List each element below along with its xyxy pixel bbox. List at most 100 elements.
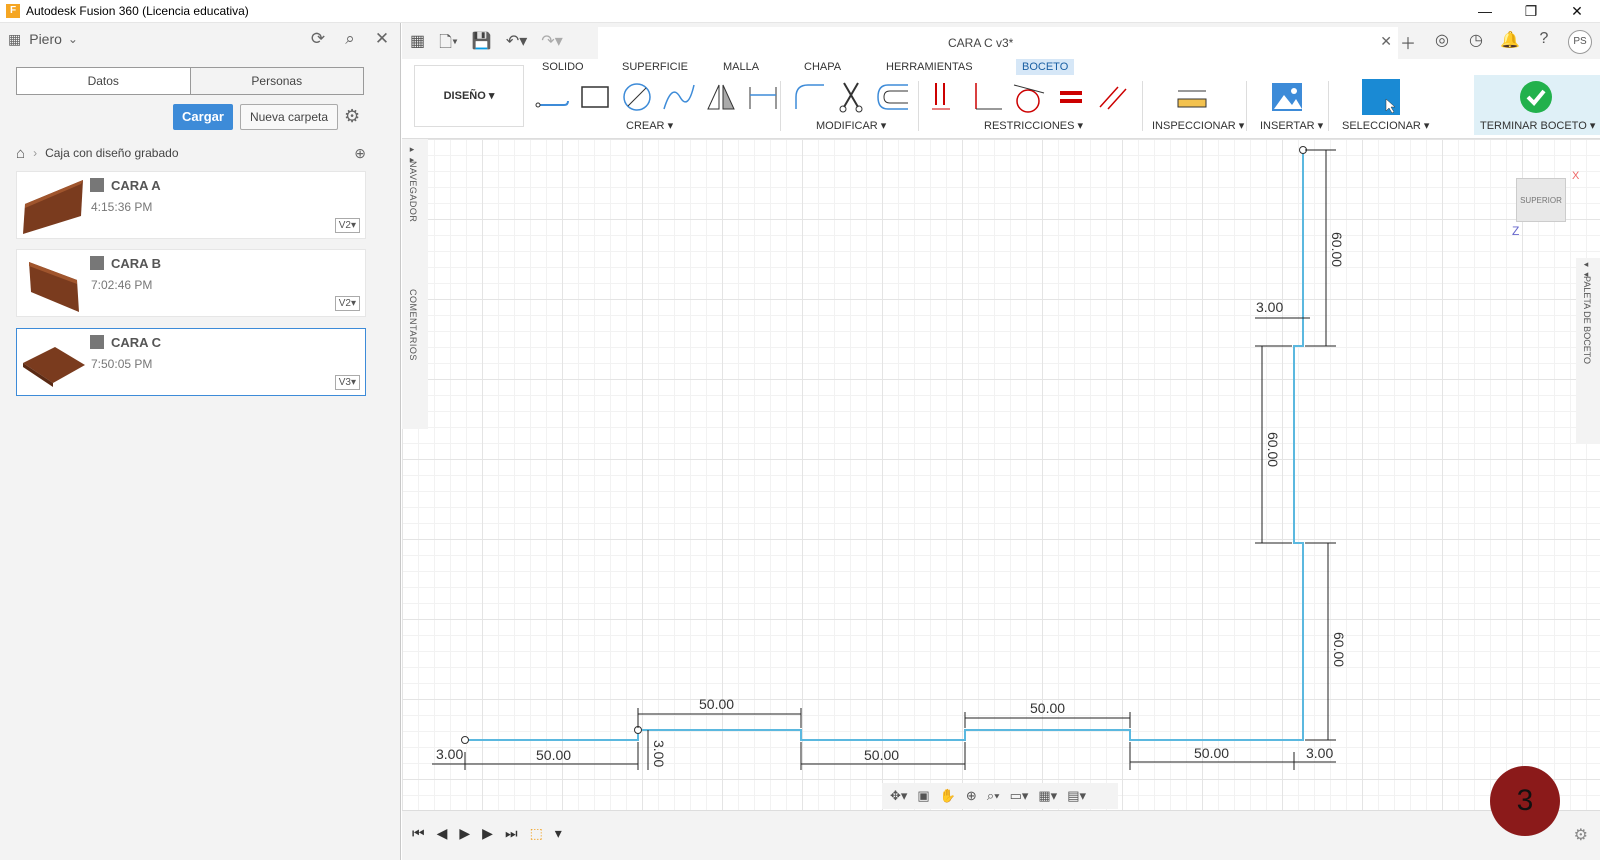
file-menu-icon[interactable]: 🗋▾ bbox=[439, 31, 458, 58]
select-tool-icon[interactable] bbox=[1362, 79, 1400, 115]
job-status-icon[interactable]: ◷ bbox=[1466, 30, 1486, 54]
restore-button[interactable]: ❐ bbox=[1508, 0, 1554, 23]
tab-personas[interactable]: Personas bbox=[190, 68, 363, 94]
play-icon[interactable]: ▶ bbox=[459, 825, 470, 842]
pan-hand-icon[interactable]: ✋ bbox=[940, 788, 956, 804]
refresh-icon[interactable]: ⟳ bbox=[308, 29, 328, 49]
sketch-canvas[interactable] bbox=[402, 139, 1600, 810]
zoom-icon[interactable]: ⊕ bbox=[966, 788, 977, 804]
timeline-marker-icon[interactable]: ▾ bbox=[555, 825, 562, 842]
modificar-menu[interactable]: MODIFICAR ▾ bbox=[816, 119, 886, 132]
display-settings-icon[interactable]: ▭▾ bbox=[1010, 788, 1029, 804]
file-card-selected[interactable]: CARA C 7:50:05 PM V3▾ bbox=[16, 328, 366, 396]
perpendicular-constraint-icon[interactable] bbox=[968, 79, 1006, 115]
version-selector[interactable]: V2▾ bbox=[334, 218, 360, 233]
step-badge: 3 bbox=[1490, 766, 1560, 836]
data-panel-grid-icon[interactable]: ▦ bbox=[410, 31, 425, 58]
measure-tool-icon[interactable] bbox=[1172, 79, 1210, 115]
new-folder-button[interactable]: Nueva carpeta bbox=[240, 104, 338, 130]
workspace-switcher[interactable]: DISEÑO ▾ bbox=[414, 65, 524, 127]
checkmark-icon bbox=[1520, 81, 1552, 113]
grid-settings-icon[interactable]: ▦▾ bbox=[1038, 788, 1057, 804]
toolbar-ribbon: DISEÑO ▾ SOLIDO SUPERFICIE MALLA CHAPA H… bbox=[402, 59, 1600, 139]
go-to-end-icon[interactable]: ⏭ bbox=[505, 825, 518, 842]
insert-image-icon[interactable] bbox=[1268, 79, 1306, 115]
upload-button[interactable]: Cargar bbox=[173, 104, 233, 130]
spline-tool-icon[interactable] bbox=[660, 79, 698, 115]
tab-chapa[interactable]: CHAPA bbox=[798, 59, 847, 75]
design-cube-icon bbox=[90, 335, 104, 349]
help-icon[interactable]: ? bbox=[1534, 30, 1554, 54]
trim-scissors-icon[interactable] bbox=[832, 79, 870, 115]
save-icon[interactable]: 💾 bbox=[472, 31, 492, 58]
settings-gear-icon[interactable]: ⚙ bbox=[344, 106, 360, 127]
user-selector[interactable]: Piero bbox=[29, 31, 62, 47]
fit-icon[interactable]: ⌕▾ bbox=[987, 788, 1000, 804]
tab-malla[interactable]: MALLA bbox=[717, 59, 765, 75]
file-thumbnail bbox=[23, 180, 83, 234]
coincident-constraint-icon[interactable] bbox=[926, 79, 964, 115]
minimize-button[interactable]: — bbox=[1462, 0, 1508, 23]
tab-solido[interactable]: SOLIDO bbox=[536, 59, 590, 75]
viewcube-face[interactable]: SUPERIOR bbox=[1516, 178, 1566, 222]
equal-constraint-icon[interactable] bbox=[1052, 79, 1090, 115]
search-icon[interactable]: ⌕ bbox=[340, 29, 360, 49]
data-panel: ▦ Piero ⌄ ⟳ ⌕ ✕ Datos Personas Cargar Nu… bbox=[0, 23, 401, 860]
look-at-icon[interactable]: ▣ bbox=[917, 788, 929, 804]
go-to-start-icon[interactable]: ⏮ bbox=[412, 825, 425, 842]
navigator-label[interactable]: NAVEGADOR bbox=[408, 161, 418, 222]
undo-icon[interactable]: ↶▾ bbox=[506, 31, 527, 58]
crear-menu[interactable]: CREAR ▾ bbox=[626, 119, 673, 132]
parallel-constraint-icon[interactable] bbox=[1094, 79, 1132, 115]
tab-herramientas[interactable]: HERRAMIENTAS bbox=[880, 59, 979, 75]
file-card[interactable]: CARA A 4:15:36 PM V2▾ bbox=[16, 171, 366, 239]
version-selector[interactable]: V2▾ bbox=[334, 296, 360, 311]
seleccionar-menu[interactable]: SELECCIONAR ▾ bbox=[1342, 119, 1429, 132]
restricciones-menu[interactable]: RESTRICCIONES ▾ bbox=[984, 119, 1083, 132]
file-name: CARA C bbox=[111, 335, 162, 350]
file-thumbnail bbox=[29, 262, 79, 312]
line-tool-icon[interactable] bbox=[534, 79, 572, 115]
globe-icon[interactable]: ⊕ bbox=[354, 145, 366, 162]
notifications-bell-icon[interactable]: 🔔 bbox=[1500, 30, 1520, 54]
home-icon[interactable]: ⌂ bbox=[16, 145, 25, 162]
rectangle-tool-icon[interactable] bbox=[576, 79, 614, 115]
step-back-icon[interactable]: ◀ bbox=[437, 825, 448, 842]
mirror-tool-icon[interactable] bbox=[702, 79, 740, 115]
user-avatar[interactable]: PS bbox=[1568, 30, 1592, 54]
tab-boceto[interactable]: BOCETO bbox=[1016, 59, 1075, 75]
redo-icon[interactable]: ↷▾ bbox=[541, 31, 562, 58]
comments-label[interactable]: COMENTARIOS bbox=[408, 289, 418, 361]
tab-datos[interactable]: Datos bbox=[17, 68, 191, 94]
sketch-palette-strip[interactable]: ◂◂ PALETA DE BOCETO bbox=[1576, 258, 1600, 444]
insertar-menu[interactable]: INSERTAR ▾ bbox=[1260, 119, 1323, 132]
view-cube[interactable]: SUPERIOR X Z bbox=[1508, 168, 1588, 238]
grid-menu-icon[interactable]: ▦ bbox=[8, 31, 21, 48]
orbit-icon[interactable]: ✥▾ bbox=[890, 788, 907, 804]
timeline-sketch-feature-icon[interactable]: ⬚ bbox=[530, 825, 543, 842]
finish-sketch-button[interactable]: TERMINAR BOCETO ▾ bbox=[1474, 75, 1600, 135]
fillet-tool-icon[interactable] bbox=[790, 79, 828, 115]
version-selector[interactable]: V3▾ bbox=[334, 375, 360, 390]
offset-tool-icon[interactable] bbox=[874, 79, 912, 115]
close-tab-icon[interactable]: ✕ bbox=[1380, 33, 1392, 50]
x-axis-label: X bbox=[1572, 170, 1580, 182]
inspeccionar-menu[interactable]: INSPECCIONAR ▾ bbox=[1152, 119, 1244, 132]
circle-tool-icon[interactable] bbox=[618, 79, 656, 115]
tangent-constraint-icon[interactable] bbox=[1010, 79, 1048, 115]
breadcrumb-folder[interactable]: Caja con diseño grabado bbox=[45, 146, 178, 160]
extensions-icon[interactable]: ◎ bbox=[1432, 30, 1452, 54]
file-card[interactable]: CARA B 7:02:46 PM V2▾ bbox=[16, 249, 366, 317]
close-panel-icon[interactable]: ✕ bbox=[372, 29, 392, 49]
design-cube-icon bbox=[90, 256, 104, 270]
step-forward-icon[interactable]: ▶ bbox=[482, 825, 493, 842]
close-window-button[interactable]: ✕ bbox=[1554, 0, 1600, 23]
chevron-down-icon[interactable]: ⌄ bbox=[68, 32, 78, 46]
dimension-tool-icon[interactable] bbox=[744, 79, 782, 115]
new-tab-icon[interactable]: ＋ bbox=[1398, 30, 1418, 54]
tab-superficie[interactable]: SUPERFICIE bbox=[616, 59, 694, 75]
timeline-settings-gear-icon[interactable]: ⚙ bbox=[1574, 825, 1588, 845]
viewports-icon[interactable]: ▤▾ bbox=[1067, 788, 1086, 804]
document-tab[interactable]: CARA C v3* ✕ bbox=[598, 27, 1398, 59]
fusion-app-icon: F bbox=[6, 4, 20, 18]
